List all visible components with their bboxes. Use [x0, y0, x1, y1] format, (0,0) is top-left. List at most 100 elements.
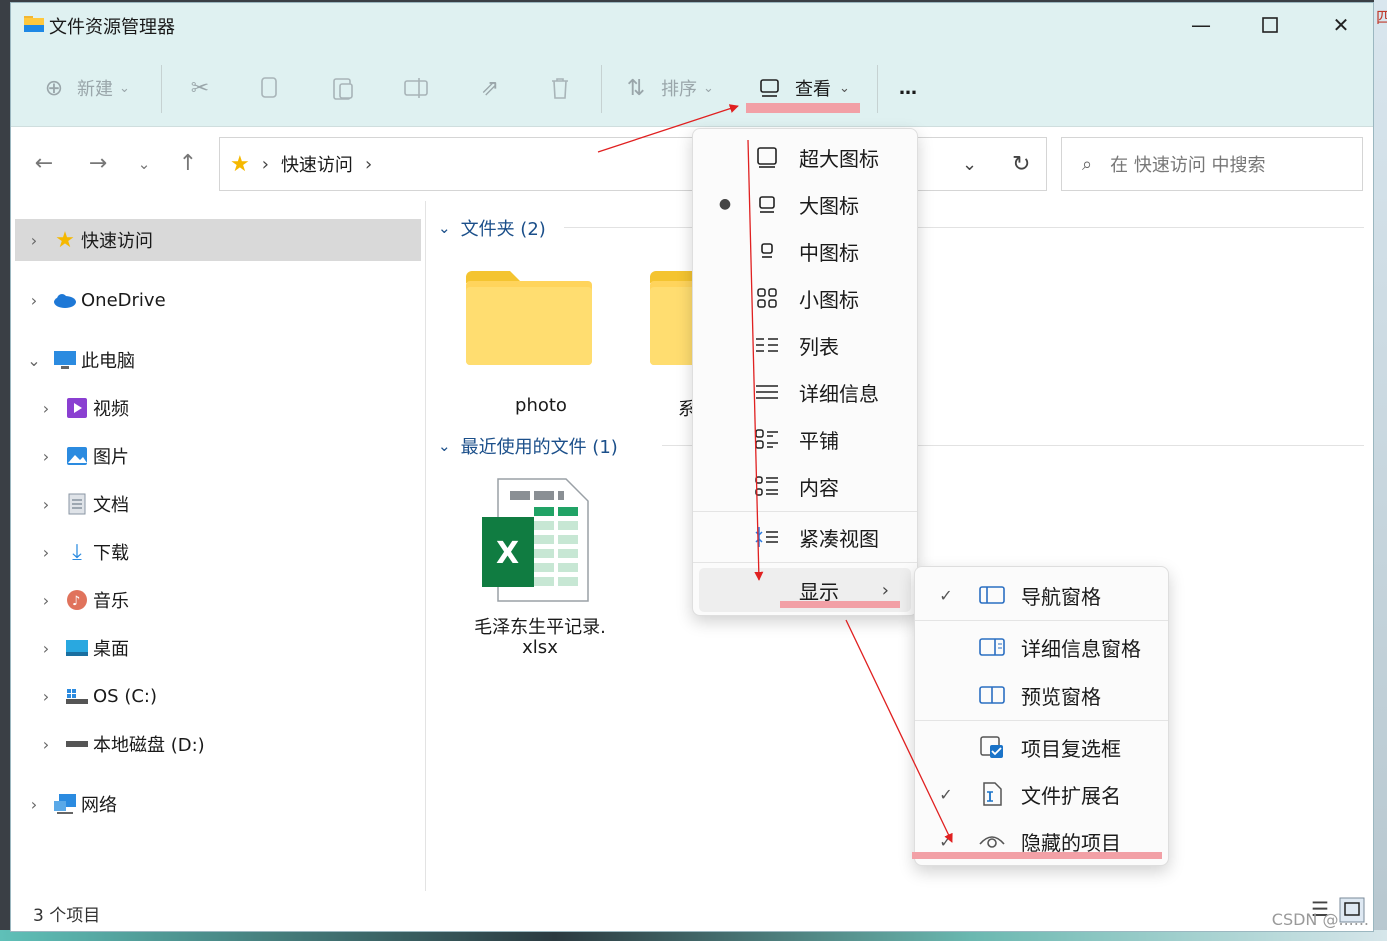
sidebar-item-desktop[interactable]: › 桌面 [15, 627, 421, 669]
sidebar-item-drive-c[interactable]: › OS (C:) [15, 675, 421, 717]
chevron-right-icon: › [881, 579, 889, 601]
sidebar-item-downloads[interactable]: › ⤓ 下载 [15, 531, 421, 573]
cut-button[interactable]: ✂ [187, 71, 213, 105]
menu-item-medium-icons[interactable]: 中图标 [693, 229, 917, 273]
divider [564, 227, 1364, 228]
command-bar: ⊕ 新建 ⌄ ✂ ⇗ ⇅ 排序 ⌄ 查看 ⌄ … [11, 47, 1373, 127]
recent-locations-button[interactable]: ⌄ [129, 155, 159, 173]
chevron-down-icon: ⌄ [703, 80, 714, 96]
cloud-icon [53, 288, 77, 312]
menu-item-navigation-pane[interactable]: ✓ 导航窗格 [915, 573, 1168, 617]
sidebar-item-label: 文档 [93, 495, 129, 516]
more-button[interactable]: … [899, 71, 917, 105]
sidebar-item-documents[interactable]: › 文档 [15, 483, 421, 525]
documents-icon [65, 492, 89, 516]
download-icon: ⤓ [72, 539, 82, 565]
watermark-text: CSDN @...... [1271, 910, 1369, 929]
divider [161, 65, 162, 113]
check-icon: ✓ [939, 831, 953, 851]
menu-item-item-checkboxes[interactable]: 项目复选框 [915, 725, 1168, 769]
menu-item-details[interactable]: 详细信息 [693, 370, 917, 414]
share-button[interactable]: ⇗ [477, 71, 503, 105]
medium-icons-icon [749, 238, 785, 264]
address-bar[interactable]: ★ › 快速访问 › ⌄ ↻ [219, 137, 1047, 191]
menu-item-extra-large-icons[interactable]: 超大图标 [693, 135, 917, 179]
sidebar-item-music[interactable]: › ♪ 音乐 [15, 579, 421, 621]
menu-item-tiles[interactable]: 平铺 [693, 417, 917, 461]
sort-label: 排序 [661, 79, 697, 100]
item-checkboxes-icon [977, 734, 1007, 760]
group-header-recent[interactable]: ⌄ 最近使用的文件 (1) [438, 433, 618, 459]
maximize-button[interactable] [1240, 7, 1300, 43]
sidebar-item-label: 桌面 [93, 639, 129, 660]
divider [601, 65, 602, 113]
close-button[interactable]: ✕ [1311, 7, 1371, 43]
menu-item-list[interactable]: 列表 [693, 323, 917, 367]
address-history-chevron-icon[interactable]: ⌄ [962, 154, 977, 175]
desktop-background-right: 四 [1374, 0, 1387, 941]
menu-item-content[interactable]: 内容 [693, 464, 917, 508]
file-explorer-icon [24, 16, 44, 32]
breadcrumb-quick-access[interactable]: 快速访问 [281, 151, 353, 177]
copy-button[interactable] [259, 71, 279, 105]
highlight-underline-show [780, 601, 900, 608]
view-icon [760, 79, 779, 97]
menu-item-label: 项目复选框 [1021, 736, 1121, 761]
preview-pane-icon [977, 682, 1007, 708]
view-button[interactable]: 查看 ⌄ [759, 71, 850, 105]
menu-item-label: 详细信息 [799, 381, 879, 406]
file-name-line1: 毛泽东生平记录. [474, 617, 606, 638]
folder-tile[interactable] [466, 267, 596, 367]
search-input[interactable]: ⌕ 在 快速访问 中搜索 [1061, 137, 1363, 191]
sidebar-item-label: OneDrive [81, 289, 166, 311]
sidebar-item-label: OS (C:) [93, 685, 157, 707]
maximize-icon [1262, 17, 1278, 33]
menu-item-label: 紧凑视图 [799, 526, 879, 551]
paste-button[interactable] [331, 71, 355, 105]
star-icon: ★ [55, 227, 75, 253]
details-pane-icon [977, 634, 1007, 660]
menu-item-file-extensions[interactable]: ✓ 文件扩展名 [915, 772, 1168, 816]
sidebar-item-this-pc[interactable]: ⌄ 此电脑 [15, 339, 421, 381]
sidebar-item-drive-d[interactable]: › 本地磁盘 (D:) [15, 723, 421, 765]
menu-item-compact-view[interactable]: 紧凑视图 [693, 515, 917, 559]
music-icon: ♪ [65, 588, 89, 612]
sidebar-item-label: 此电脑 [81, 351, 135, 372]
delete-button[interactable] [549, 71, 571, 105]
menu-divider [915, 620, 1168, 621]
forward-button[interactable]: → [83, 151, 113, 176]
title-bar: 文件资源管理器 — ✕ [11, 3, 1373, 47]
rename-button[interactable] [403, 71, 429, 105]
chevron-right-icon: › [30, 290, 38, 310]
sidebar-item-pictures[interactable]: › 图片 [15, 435, 421, 477]
menu-item-details-pane[interactable]: 详细信息窗格 [915, 625, 1168, 669]
sidebar-item-label: 图片 [93, 447, 129, 468]
menu-divider [915, 720, 1168, 721]
back-button[interactable]: ← [29, 151, 59, 176]
sidebar-item-quick-access[interactable]: › ★ 快速访问 [15, 219, 421, 261]
menu-item-label: 超大图标 [799, 146, 879, 171]
chevron-right-icon: › [42, 446, 50, 466]
excel-file-tile[interactable]: X [474, 477, 594, 607]
menu-item-label: 平铺 [799, 428, 839, 453]
minimize-button[interactable]: — [1171, 7, 1231, 43]
chevron-down-icon: ⌄ [27, 350, 41, 370]
menu-item-small-icons[interactable]: 小图标 [693, 276, 917, 320]
new-button[interactable]: ⊕ 新建 ⌄ [41, 71, 130, 105]
sidebar-item-videos[interactable]: › 视频 [15, 387, 421, 429]
svg-text:X: X [496, 536, 519, 571]
sidebar-item-label: 快速访问 [81, 231, 153, 252]
group-header-folders[interactable]: ⌄ 文件夹 (2) [438, 215, 546, 241]
computer-icon [53, 348, 77, 372]
check-icon: ✓ [939, 585, 953, 605]
refresh-icon[interactable]: ↻ [1012, 152, 1030, 177]
menu-item-preview-pane[interactable]: 预览窗格 [915, 673, 1168, 717]
menu-item-large-icons[interactable]: ● 大图标 [693, 182, 917, 226]
sidebar-item-network[interactable]: › 网络 [15, 783, 421, 825]
desktop-glyph: 四 [1376, 8, 1387, 27]
selected-bullet-icon: ● [718, 196, 732, 212]
sort-button[interactable]: ⇅ 排序 ⌄ [623, 71, 714, 105]
up-button[interactable]: ↑ [173, 151, 203, 176]
sidebar-item-label: 音乐 [93, 591, 129, 612]
sidebar-item-onedrive[interactable]: › OneDrive [15, 279, 421, 321]
